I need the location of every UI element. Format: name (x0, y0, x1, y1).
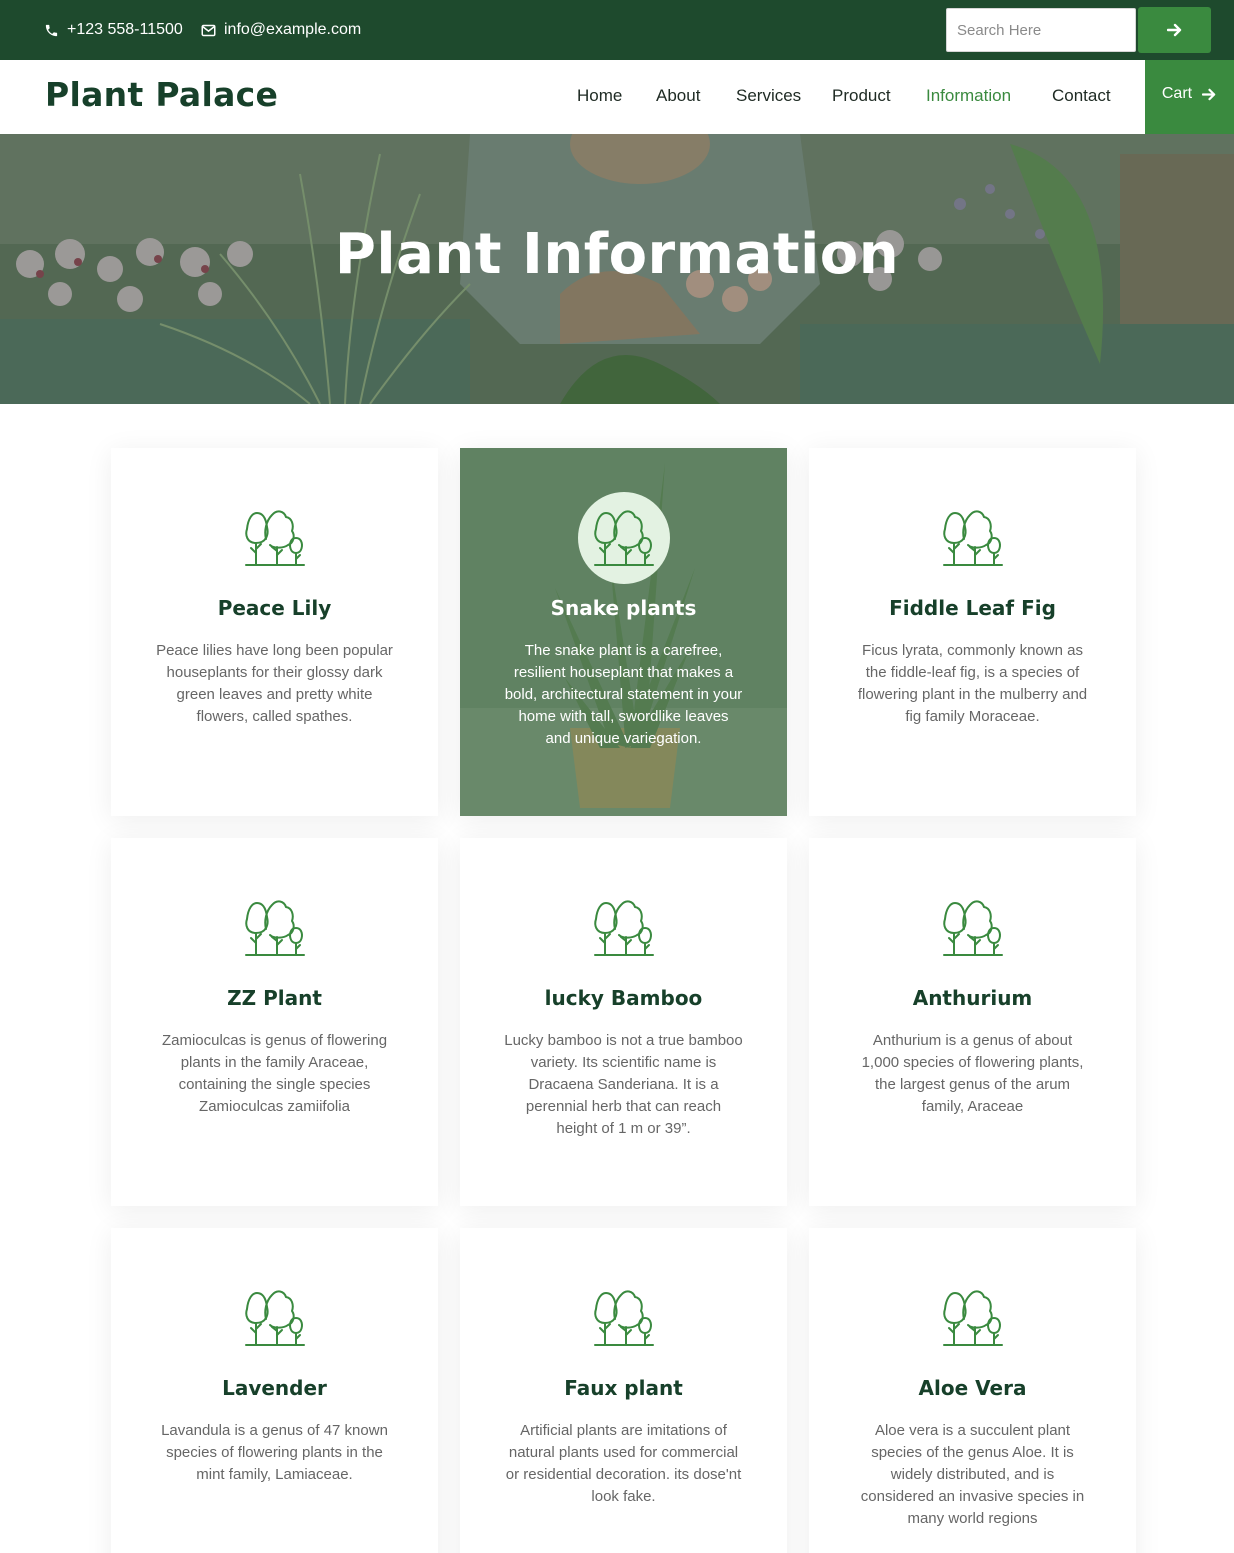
card-description: Zamioculcas is genus of flowering plants… (161, 1032, 388, 1115)
hero-banner: Plant Information (0, 134, 1234, 404)
plant-card[interactable]: ZZ Plant Zamioculcas is genus of flowerin… (111, 838, 438, 1206)
trees-icon (943, 1290, 1003, 1346)
phone-contact[interactable]: +123 558-11500 (44, 0, 183, 60)
email-contact[interactable]: info@example.com (201, 0, 361, 60)
plant-card[interactable]: Lavender Lavandula is a genus of 47 known… (111, 1228, 438, 1553)
card-title: Aloe Vera (918, 1376, 1027, 1400)
phone-icon (45, 24, 58, 36)
phone-number: +123 558-11500 (67, 21, 183, 38)
card-title: ZZ Plant (227, 986, 322, 1010)
top-bar: +123 558-11500 info@example.com (0, 0, 1234, 60)
card-title: Lavender (222, 1376, 327, 1400)
trees-icon (594, 1290, 654, 1346)
cart-button[interactable]: Cart (1145, 60, 1234, 134)
nav-link-product[interactable]: Product (832, 86, 891, 106)
envelope-icon (201, 24, 216, 36)
nav-link-home[interactable]: Home (577, 86, 622, 106)
trees-icon (245, 510, 305, 566)
card-description: The snake plant is a carefree, resilient… (504, 642, 743, 747)
icon-container (578, 882, 670, 974)
card-title: Peace Lily (217, 596, 332, 620)
card-title: Snake plants (550, 596, 697, 620)
trees-icon (943, 900, 1003, 956)
cart-label: Cart (1161, 85, 1193, 102)
card-description: Lavandula is a genus of 47 known species… (161, 1422, 388, 1483)
email-address: info@example.com (224, 21, 362, 38)
card-title: Fiddle Leaf Fig (889, 596, 1056, 620)
plant-card[interactable]: Snake plants The snake plant is a carefre… (460, 448, 787, 816)
plant-card[interactable]: lucky Bamboo Lucky bamboo is not a true b… (460, 838, 787, 1206)
nav-link-contact[interactable]: Contact (1052, 86, 1111, 106)
card-title: lucky Bamboo (544, 986, 703, 1010)
icon-container (927, 882, 1019, 974)
plant-card[interactable]: Anthurium Anthurium is a genus of about 1… (809, 838, 1136, 1206)
plant-card[interactable]: Faux plant Artificial plants are imitatio… (460, 1228, 787, 1553)
plant-card[interactable]: Fiddle Leaf Fig Ficus lyrata, commonly kn… (809, 448, 1136, 816)
main-navbar: Plant Palace Home About Services Product… (0, 60, 1234, 134)
icon-container (927, 1272, 1019, 1364)
trees-icon (594, 900, 654, 956)
arrow-right-icon (1202, 88, 1216, 100)
search-button[interactable] (1138, 7, 1211, 53)
page-title: Plant Information (334, 222, 900, 287)
card-description: Lucky bamboo is not a true bamboo variet… (504, 1032, 743, 1137)
card-title: Faux plant (564, 1376, 683, 1400)
nav-link-information[interactable]: Information (926, 86, 1011, 106)
icon-container (229, 882, 321, 974)
icon-container (578, 1272, 670, 1364)
card-title: Anthurium (912, 986, 1033, 1010)
nav-link-about[interactable]: About (656, 86, 700, 106)
trees-icon (245, 1290, 305, 1346)
card-description: Artificial plants are imitations of natu… (505, 1422, 742, 1505)
card-description: Aloe vera is a succulent plant species o… (860, 1422, 1085, 1527)
icon-container (229, 1272, 321, 1364)
icon-container (229, 492, 321, 584)
icon-container (578, 492, 670, 584)
card-description: Ficus lyrata, commonly known as the fidd… (857, 642, 1088, 725)
search-input[interactable] (946, 8, 1136, 52)
icon-container (927, 492, 1019, 584)
trees-icon (594, 510, 654, 566)
plant-card[interactable]: Peace Lily Peace lilies have long been po… (111, 448, 438, 816)
nav-link-services[interactable]: Services (736, 86, 801, 106)
plant-card[interactable]: Aloe Vera Aloe vera is a succulent plant … (809, 1228, 1136, 1553)
card-description: Anthurium is a genus of about 1,000 spec… (861, 1032, 1084, 1115)
card-description: Peace lilies have long been popular hous… (156, 642, 393, 725)
arrow-right-icon (1166, 23, 1181, 37)
site-logo[interactable]: Plant Palace (45, 75, 278, 114)
trees-icon (245, 900, 305, 956)
trees-icon (943, 510, 1003, 566)
